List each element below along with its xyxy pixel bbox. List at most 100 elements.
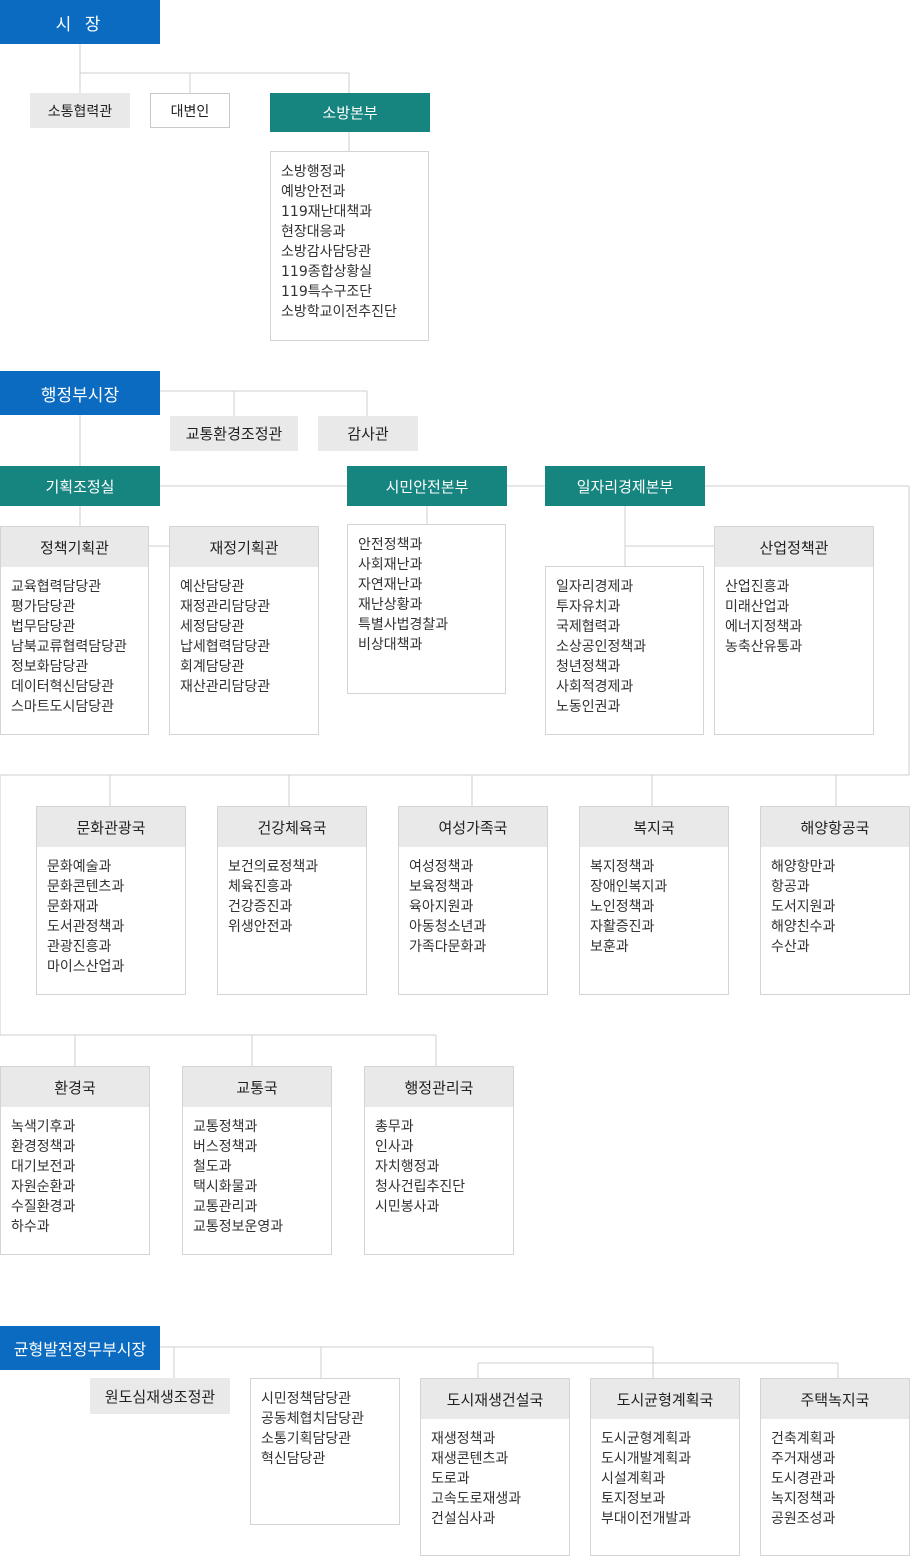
finance-planning-header[interactable]: 재정기획관 [170, 527, 318, 567]
bureau-item[interactable]: 문화예술과 [47, 857, 175, 877]
jobs-economy-item[interactable]: 소상공인정책과 [556, 637, 693, 657]
bureau-header[interactable]: 문화관광국 [37, 807, 185, 847]
policy-planning-item[interactable]: 데이터혁신담당관 [11, 677, 138, 697]
bureau-item[interactable]: 도시개발계획과 [601, 1449, 729, 1469]
bureau-header[interactable]: 환경국 [1, 1067, 149, 1107]
industry-policy-item[interactable]: 농축산유통과 [725, 637, 863, 657]
bureau-item[interactable]: 교통관리과 [193, 1197, 321, 1217]
bureau-item[interactable]: 청사건립추진단 [375, 1177, 503, 1197]
bureau-header[interactable]: 행정관리국 [365, 1067, 513, 1107]
balanced-officer-item[interactable]: 소통기획담당관 [261, 1429, 389, 1449]
bureau-item[interactable]: 장애인복지과 [590, 877, 718, 897]
bureau-item[interactable]: 하수과 [11, 1217, 139, 1237]
bureau-item[interactable]: 건축계획과 [771, 1429, 899, 1449]
industry-policy-item[interactable]: 미래산업과 [725, 597, 863, 617]
industry-policy-item[interactable]: 산업진흥과 [725, 577, 863, 597]
bureau-item[interactable]: 도시균형계획과 [601, 1429, 729, 1449]
bureau-item[interactable]: 버스정책과 [193, 1137, 321, 1157]
bureau-item[interactable]: 시설계획과 [601, 1469, 729, 1489]
bureau-item[interactable]: 시민봉사과 [375, 1197, 503, 1217]
balanced-officer-item[interactable]: 혁신담당관 [261, 1449, 389, 1469]
bureau-item[interactable]: 노인정책과 [590, 897, 718, 917]
fire-hq-item[interactable]: 예방안전과 [281, 182, 418, 202]
bureau-item[interactable]: 해양친수과 [771, 917, 899, 937]
jobs-economy-item[interactable]: 일자리경제과 [556, 577, 693, 597]
bureau-item[interactable]: 재생정책과 [431, 1429, 559, 1449]
bureau-item[interactable]: 총무과 [375, 1117, 503, 1137]
bureau-item[interactable]: 체육진흥과 [228, 877, 356, 897]
balanced-officer-item[interactable]: 공동체협치담당관 [261, 1409, 389, 1429]
bureau-item[interactable]: 부대이전개발과 [601, 1509, 729, 1529]
bureau-item[interactable]: 대기보전과 [11, 1157, 139, 1177]
policy-planning-item[interactable]: 정보화담당관 [11, 657, 138, 677]
citizen-safety-item[interactable]: 자연재난과 [358, 575, 495, 595]
communication-officer-box[interactable]: 소통협력관 [30, 93, 130, 128]
bureau-item[interactable]: 건설심사과 [431, 1509, 559, 1529]
bureau-item[interactable]: 교통정보운영과 [193, 1217, 321, 1237]
bureau-header[interactable]: 여성가족국 [399, 807, 547, 847]
traffic-env-coordinator-box[interactable]: 교통환경조정관 [170, 416, 298, 451]
balanced-officer-item[interactable]: 시민정책담당관 [261, 1389, 389, 1409]
spokesperson-box[interactable]: 대변인 [150, 93, 230, 128]
bureau-item[interactable]: 도서관정책과 [47, 917, 175, 937]
bureau-header[interactable]: 주택녹지국 [761, 1379, 909, 1419]
policy-planning-item[interactable]: 평가담당관 [11, 597, 138, 617]
redevelopment-coordinator-box[interactable]: 원도심재생조정관 [90, 1378, 230, 1414]
industry-policy-header[interactable]: 산업정책관 [715, 527, 873, 567]
bureau-item[interactable]: 문화콘텐츠과 [47, 877, 175, 897]
bureau-item[interactable]: 건강증진과 [228, 897, 356, 917]
bureau-item[interactable]: 아동청소년과 [409, 917, 537, 937]
bureau-item[interactable]: 재생콘텐츠과 [431, 1449, 559, 1469]
fire-hq-item[interactable]: 현장대응과 [281, 222, 418, 242]
finance-planning-item[interactable]: 세정담당관 [180, 617, 308, 637]
finance-planning-item[interactable]: 회계담당관 [180, 657, 308, 677]
fire-hq-item[interactable]: 소방감사담당관 [281, 242, 418, 262]
bureau-item[interactable]: 철도과 [193, 1157, 321, 1177]
citizen-safety-item[interactable]: 재난상황과 [358, 595, 495, 615]
finance-planning-item[interactable]: 재산관리담당관 [180, 677, 308, 697]
planning-office-box[interactable]: 기획조정실 [0, 466, 160, 506]
bureau-item[interactable]: 도로과 [431, 1469, 559, 1489]
bureau-item[interactable]: 위생안전과 [228, 917, 356, 937]
bureau-item[interactable]: 문화재과 [47, 897, 175, 917]
citizen-safety-item[interactable]: 안전정책과 [358, 535, 495, 555]
bureau-item[interactable]: 항공과 [771, 877, 899, 897]
bureau-item[interactable]: 관광진흥과 [47, 937, 175, 957]
citizen-safety-item[interactable]: 비상대책과 [358, 635, 495, 655]
policy-planning-item[interactable]: 스마트도시담당관 [11, 697, 138, 717]
policy-planning-item[interactable]: 교육협력담당관 [11, 577, 138, 597]
bureau-item[interactable]: 복지정책과 [590, 857, 718, 877]
jobs-economy-item[interactable]: 국제협력과 [556, 617, 693, 637]
jobs-economy-item[interactable]: 투자유치과 [556, 597, 693, 617]
policy-planning-item[interactable]: 법무담당관 [11, 617, 138, 637]
bureau-item[interactable]: 도서지원과 [771, 897, 899, 917]
fire-hq-box[interactable]: 소방본부 [270, 93, 430, 132]
bureau-item[interactable]: 보건의료정책과 [228, 857, 356, 877]
bureau-item[interactable]: 마이스산업과 [47, 957, 175, 977]
policy-planning-header[interactable]: 정책기획관 [1, 527, 148, 567]
bureau-item[interactable]: 토지정보과 [601, 1489, 729, 1509]
bureau-item[interactable]: 보육정책과 [409, 877, 537, 897]
bureau-header[interactable]: 해양항공국 [761, 807, 909, 847]
citizen-safety-hq-box[interactable]: 시민안전본부 [347, 466, 507, 506]
bureau-item[interactable]: 해양항만과 [771, 857, 899, 877]
bureau-header[interactable]: 복지국 [580, 807, 728, 847]
bureau-header[interactable]: 교통국 [183, 1067, 331, 1107]
bureau-item[interactable]: 자원순환과 [11, 1177, 139, 1197]
bureau-item[interactable]: 수산과 [771, 937, 899, 957]
citizen-safety-item[interactable]: 특별사법경찰과 [358, 615, 495, 635]
bureau-item[interactable]: 고속도로재생과 [431, 1489, 559, 1509]
bureau-item[interactable]: 육아지원과 [409, 897, 537, 917]
industry-policy-item[interactable]: 에너지정책과 [725, 617, 863, 637]
bureau-item[interactable]: 공원조성과 [771, 1509, 899, 1529]
bureau-item[interactable]: 수질환경과 [11, 1197, 139, 1217]
fire-hq-item[interactable]: 소방행정과 [281, 162, 418, 182]
jobs-economy-item[interactable]: 사회적경제과 [556, 677, 693, 697]
bureau-item[interactable]: 녹지정책과 [771, 1489, 899, 1509]
fire-hq-item[interactable]: 119재난대책과 [281, 202, 418, 222]
citizen-safety-item[interactable]: 사회재난과 [358, 555, 495, 575]
bureau-item[interactable]: 교통정책과 [193, 1117, 321, 1137]
finance-planning-item[interactable]: 재정관리담당관 [180, 597, 308, 617]
bureau-item[interactable]: 자치행정과 [375, 1157, 503, 1177]
finance-planning-item[interactable]: 납세협력담당관 [180, 637, 308, 657]
